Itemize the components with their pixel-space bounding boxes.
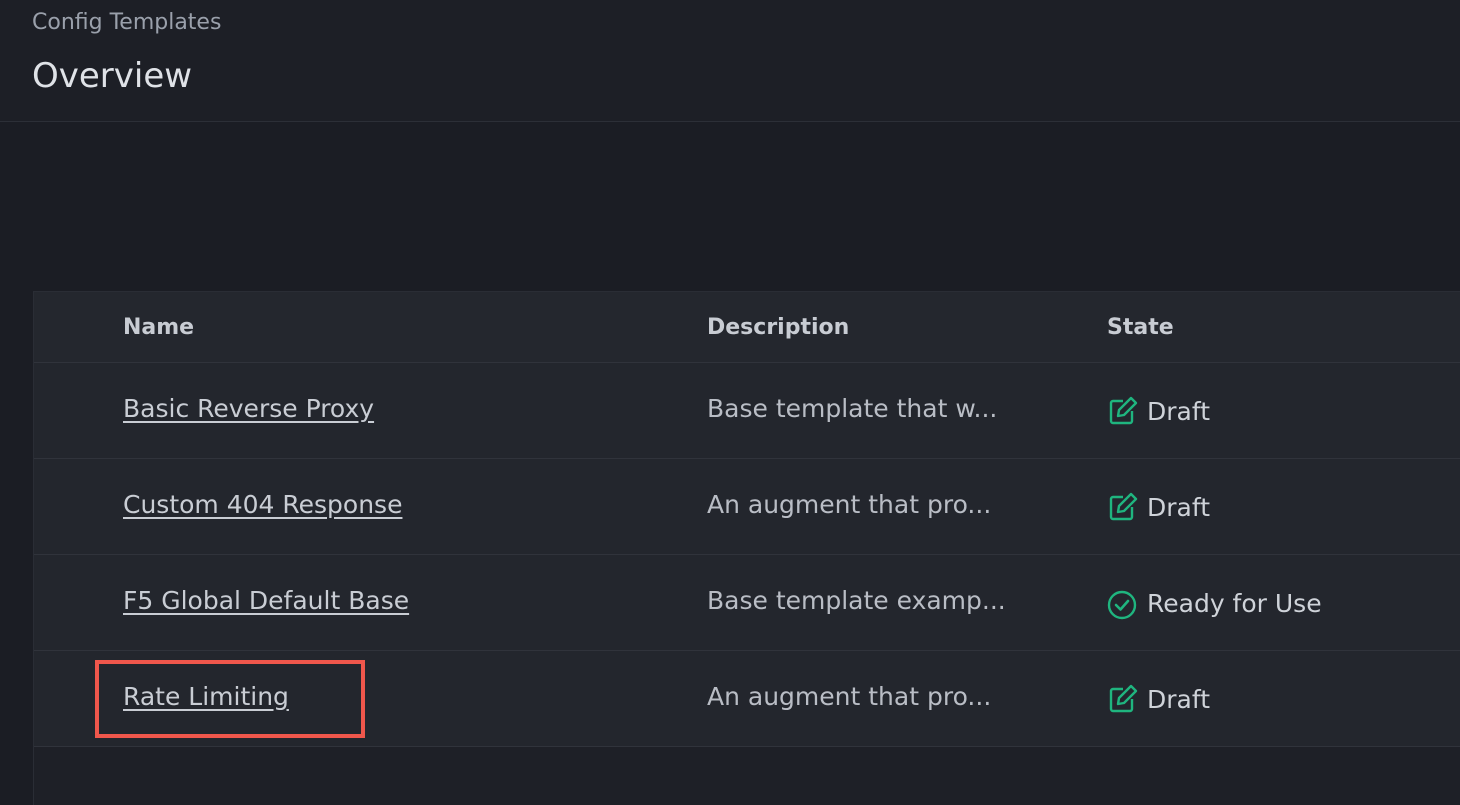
state-label: Draft xyxy=(1147,396,1211,426)
edit-icon xyxy=(1109,396,1138,425)
template-state: Draft xyxy=(1105,490,1210,524)
edit-icon xyxy=(1109,684,1138,713)
template-description: Base template that w... xyxy=(707,394,998,423)
highlight-box xyxy=(95,660,365,738)
state-label: Ready for Use xyxy=(1147,588,1322,618)
table-row: Basic Reverse Proxy Base template that w… xyxy=(34,363,1460,459)
column-header-description[interactable]: Description xyxy=(707,315,849,340)
table-row: Custom 404 Response An augment that pro.… xyxy=(34,459,1460,555)
check-circle-icon xyxy=(1107,590,1137,620)
template-state: Draft xyxy=(1105,394,1210,428)
breadcrumb[interactable]: Config Templates xyxy=(32,10,221,35)
template-name-link[interactable]: F5 Global Default Base xyxy=(123,586,409,615)
page-title: Overview xyxy=(32,56,193,96)
page-header: Config Templates Overview xyxy=(0,0,1460,122)
template-description: Base template examp... xyxy=(707,586,1006,615)
table-footer xyxy=(34,747,1460,805)
table-row: F5 Global Default Base Base template exa… xyxy=(34,555,1460,651)
template-name-link[interactable]: Basic Reverse Proxy xyxy=(123,394,374,423)
column-header-name[interactable]: Name xyxy=(123,315,194,340)
template-state: Ready for Use xyxy=(1105,586,1322,620)
column-header-state[interactable]: State xyxy=(1107,315,1174,340)
template-description: An augment that pro... xyxy=(707,682,992,711)
template-state: Draft xyxy=(1105,682,1210,716)
state-label: Draft xyxy=(1147,492,1211,522)
edit-icon xyxy=(1109,492,1138,521)
template-name-link[interactable]: Custom 404 Response xyxy=(123,490,402,519)
template-description: An augment that pro... xyxy=(707,490,992,519)
state-label: Draft xyxy=(1147,684,1211,714)
table-header: Name Description State xyxy=(34,292,1460,363)
